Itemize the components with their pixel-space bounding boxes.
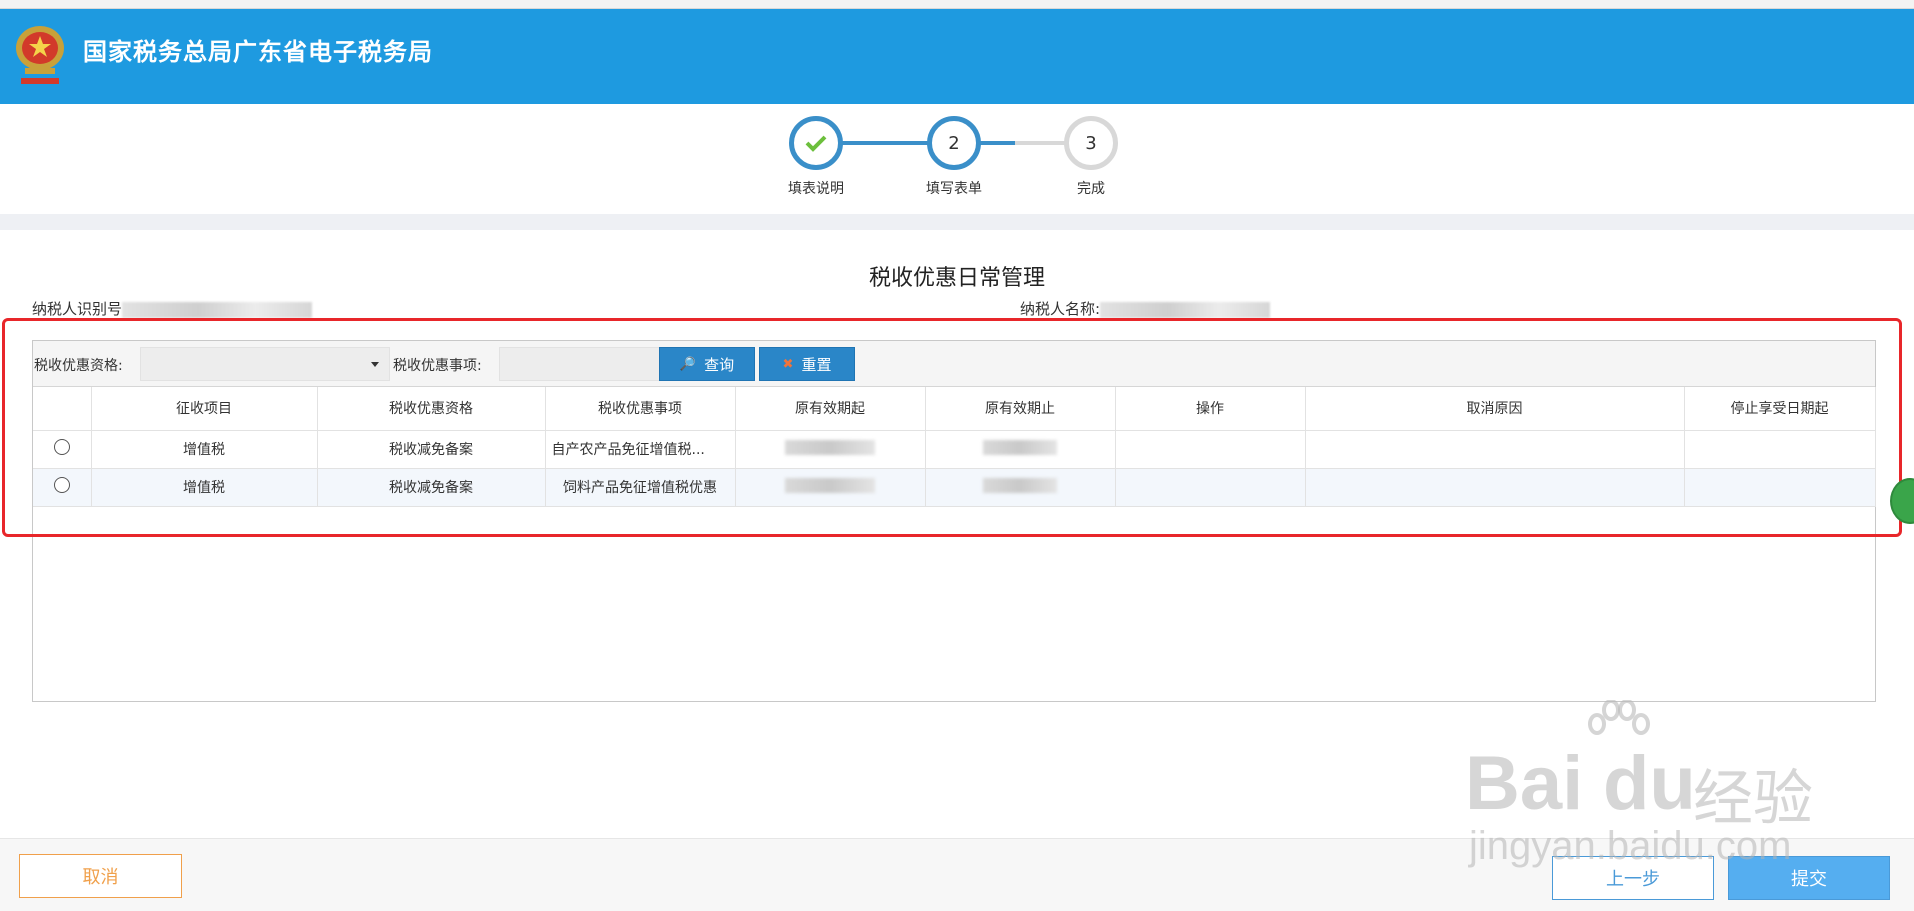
qualification-select[interactable] [140, 347, 390, 381]
item-cell: 自产农产品免征增值税... [545, 430, 736, 469]
table-row[interactable]: 增值税 税收减免备案 饲料产品免征增值税优惠 [33, 468, 1876, 507]
search-toolbar: 税收优惠资格: 税收优惠事项: 🔎 查询 ✖ 重置 [33, 341, 1875, 387]
app-header: 国家税务总局广东省电子税务局 [0, 9, 1914, 104]
watermark-cn: 经验 [1693, 765, 1813, 832]
paw-icon [1588, 700, 1650, 735]
redacted-value [122, 301, 313, 318]
item-label: 税收优惠事项: [393, 358, 482, 374]
qualification-label: 税收优惠资格: [34, 358, 123, 374]
column-header: 原有效期起 [735, 387, 926, 431]
query-button[interactable]: 🔎 查询 [659, 347, 755, 381]
levy-item-cell: 增值税 [91, 430, 318, 469]
chevron-down-icon [371, 362, 379, 367]
column-header: 税收优惠事项 [545, 387, 736, 431]
close-icon: ✖ [782, 356, 794, 372]
column-header: 原有效期止 [925, 387, 1116, 431]
cancel-reason-cell [1305, 430, 1685, 469]
submit-button[interactable]: 提交 [1728, 856, 1890, 900]
row-radio[interactable] [53, 439, 70, 455]
column-header: 操作 [1115, 387, 1306, 431]
taxpayer-name: 纳税人名称: [1020, 298, 1271, 319]
item-cell: 饲料产品免征增值税优惠 [545, 468, 736, 507]
column-header: 征收项目 [91, 387, 318, 431]
step-complete: 3 完成 [1064, 116, 1118, 197]
watermark-brand-2: du [1603, 741, 1696, 826]
search-icon: 🔎 [679, 356, 697, 372]
check-icon [789, 116, 843, 170]
stop-date-cell [1684, 468, 1876, 507]
floating-help-badge[interactable] [1890, 478, 1914, 524]
end-date-cell [925, 468, 1116, 507]
taxpayer-name-label: 纳税人名称: [1020, 300, 1101, 318]
start-date-cell [735, 430, 926, 469]
cancel-button[interactable]: 取消 [19, 854, 182, 898]
step-label: 填写表单 [926, 181, 982, 197]
qualification-cell: 税收减免备案 [317, 468, 546, 507]
redacted-value [983, 477, 1057, 493]
end-date-cell [925, 430, 1116, 469]
row-radio[interactable] [53, 477, 70, 493]
watermark-brand: Bai [1465, 741, 1584, 826]
preference-panel: 税收优惠资格: 税收优惠事项: 🔎 查询 ✖ 重置 征收项目 税收优惠资格 税收优惠… [32, 340, 1876, 702]
step-label: 填表说明 [788, 181, 844, 197]
redacted-value [1100, 301, 1271, 318]
column-header: 税收优惠资格 [317, 387, 546, 431]
step-connector [1015, 141, 1069, 145]
column-header: 停止享受日期起 [1684, 387, 1876, 431]
section-divider [0, 214, 1914, 230]
tax-bureau-emblem-icon [16, 26, 64, 84]
site-title: 国家税务总局广东省电子税务局 [83, 38, 433, 66]
start-date-cell [735, 468, 926, 507]
taxpayer-id: 纳税人识别号 [32, 298, 313, 319]
column-header: 取消原因 [1305, 387, 1685, 431]
operation-cell[interactable] [1115, 468, 1306, 507]
progress-steps: 填表说明 2 填写表单 3 完成 [0, 104, 1914, 214]
stop-date-cell [1684, 430, 1876, 469]
redacted-value [983, 439, 1057, 455]
reset-button[interactable]: ✖ 重置 [759, 347, 855, 381]
cancel-reason-cell [1305, 468, 1685, 507]
operation-cell[interactable] [1115, 430, 1306, 469]
redacted-value [785, 439, 875, 455]
levy-item-cell: 增值税 [91, 468, 318, 507]
step-number: 3 [1064, 116, 1118, 170]
step-instructions: 填表说明 [788, 116, 844, 197]
step-number: 2 [927, 116, 981, 170]
browser-bookmark-strip [0, 0, 1914, 9]
step-fill-form: 2 填写表单 [926, 116, 982, 197]
table-row[interactable]: 增值税 税收减免备案 自产农产品免征增值税... [33, 430, 1876, 469]
redacted-value [785, 477, 875, 493]
step-label: 完成 [1077, 181, 1105, 197]
form-title: 税收优惠日常管理 [868, 266, 1045, 291]
column-header [33, 387, 92, 431]
qualification-cell: 税收减免备案 [317, 430, 546, 469]
taxpayer-id-label: 纳税人识别号 [32, 300, 123, 318]
table-header: 征收项目 税收优惠资格 税收优惠事项 原有效期起 原有效期止 操作 取消原因 停… [33, 387, 1876, 431]
action-footer: 取消 上一步 提交 [0, 838, 1914, 911]
previous-step-button[interactable]: 上一步 [1552, 856, 1714, 900]
preference-table: 征收项目 税收优惠资格 税收优惠事项 原有效期起 原有效期止 操作 取消原因 停… [33, 387, 1876, 507]
